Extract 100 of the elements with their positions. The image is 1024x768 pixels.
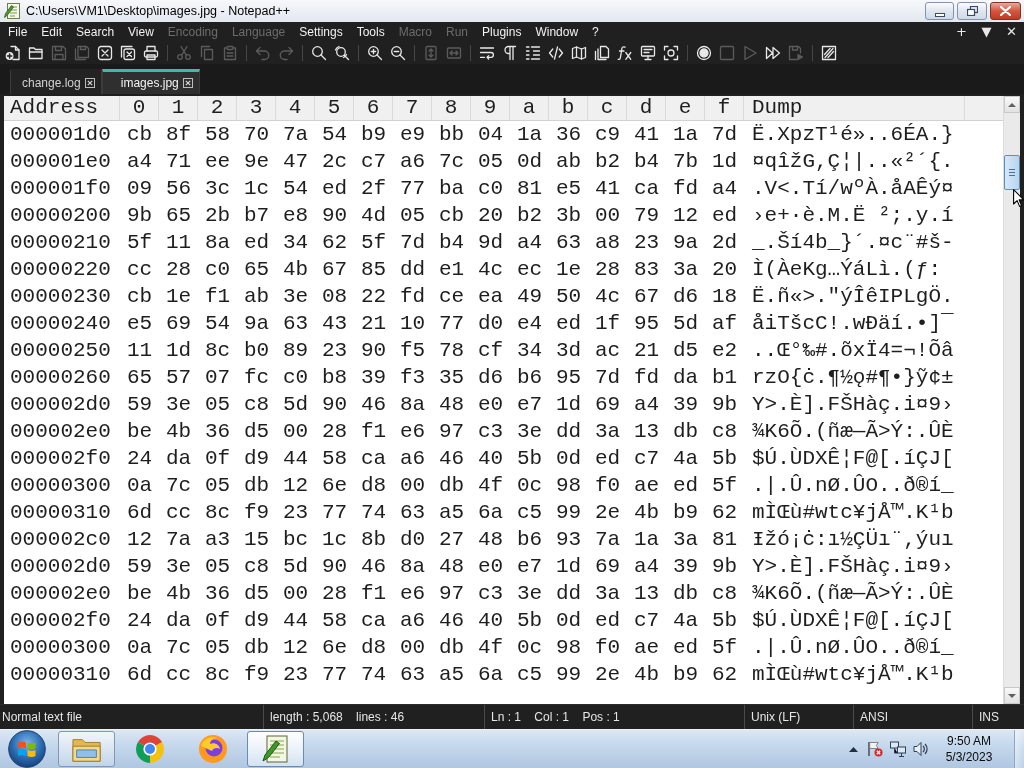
hex-byte: 39 [671,392,700,417]
ascii-dump: ..Œ°‰#.õxÏ4=¬!Õâ [751,338,954,363]
menu-item[interactable]: Settings [292,23,350,41]
speaker-icon[interactable] [912,741,929,757]
hex-byte: 09 [125,176,154,201]
pilcrow-icon[interactable] [501,45,518,61]
code-brackets-icon[interactable] [547,45,564,61]
hex-byte: ed [320,176,349,201]
ascii-dump: $Ú.ÙDXÊ¦F@[.íÇJ[ [751,608,954,633]
hex-byte: 00 [593,203,622,228]
menu-item[interactable]: Window [528,23,586,41]
hex-byte: c0 [281,365,310,390]
hex-byte: d8 [359,635,388,660]
close-icon[interactable] [182,78,193,88]
clock-time[interactable]: 9:50 AM [947,733,991,749]
hex-byte: f1 [359,581,388,606]
address-text: 00000250 [9,338,112,363]
hex-byte: 4d [359,203,388,228]
monitor-icon[interactable] [639,45,656,61]
flag-alert-icon[interactable] [866,741,883,757]
hex-byte: c3 [476,419,505,444]
address-text: 00000240 [9,311,112,336]
folder-icon[interactable] [27,45,44,61]
hex-byte: 3e [515,581,544,606]
close-button[interactable] [990,2,1021,20]
zoom-in-icon[interactable] [366,45,383,61]
fast-forward-icon[interactable] [764,45,781,61]
search-icon[interactable] [310,45,327,61]
triangle-up-icon[interactable] [848,746,858,752]
scrollbar-thumb[interactable] [1004,155,1020,190]
hex-byte: b9 [359,122,388,147]
menu-item[interactable]: File [1,23,35,41]
hex-byte: 99 [554,662,583,687]
hex-byte: ce [437,284,466,309]
menu-item[interactable]: Search [69,23,122,41]
hex-byte: 11 [164,230,193,255]
address-text: 000002d0 [9,554,112,579]
column-header: b [549,96,588,120]
column-header: 9 [471,96,510,120]
restore-button[interactable] [957,2,987,20]
menu-item[interactable]: Edit [34,23,70,41]
hex-byte: be [125,581,154,606]
hex-byte: b9 [671,500,700,525]
hex-byte: 2e [593,662,622,687]
restore-icon [966,6,978,16]
taskbar-button[interactable] [58,731,115,767]
word-wrap-icon[interactable] [478,45,495,61]
hex-byte: 1d [710,149,739,174]
hex-byte: 07 [203,365,232,390]
hatched-square-icon[interactable] [820,45,837,61]
record-icon[interactable] [695,45,712,61]
menu-item[interactable]: Plugins [475,23,529,41]
close-all-icon[interactable] [119,45,136,61]
scroll-down-button[interactable] [1004,687,1020,704]
hex-byte: 0a [125,635,154,660]
menu-item[interactable]: ? [585,23,606,41]
address-text: 000001d0 [9,122,112,147]
hex-byte: c8 [242,554,271,579]
file-tab[interactable]: change.log [10,69,102,94]
hex-byte: a3 [203,527,232,552]
hex-byte: 9b [710,554,739,579]
hex-byte: ec [515,257,544,282]
hex-byte: ba [437,176,466,201]
hex-byte: 54 [281,176,310,201]
hex-byte: dd [554,419,583,444]
taskbar-button[interactable] [247,731,304,767]
ascii-dump: Ë.XpzT¹é»..6ÉA.} [751,122,954,147]
hex-byte: b8 [320,365,349,390]
indent-guide-icon[interactable] [524,45,541,61]
printer-icon[interactable] [142,45,159,61]
close-document-button[interactable]: ✕ [999,22,1024,42]
map-icon[interactable] [570,45,587,61]
search-replace-icon[interactable] [333,45,350,61]
focus-frame-icon[interactable] [662,45,679,61]
function-icon[interactable] [616,45,633,61]
network-icon[interactable] [889,741,906,757]
hex-byte: 21 [359,311,388,336]
hex-byte: 28 [593,257,622,282]
file-tab[interactable]: images.jpg [101,69,200,94]
hex-byte: 0d [554,446,583,471]
hex-byte: 58 [320,446,349,471]
ascii-dump: ›e+·è.M.Ë ²;.y.í [751,203,954,228]
hex-byte: bb [437,122,466,147]
documents-icon[interactable] [593,45,610,61]
hex-byte: 7d [710,122,739,147]
menu-item[interactable]: Tools [349,23,392,41]
tab-list-button[interactable]: ▼ [974,22,999,42]
hex-byte: 0f [203,446,232,471]
hex-byte: e0 [476,392,505,417]
hex-byte: e7 [515,392,544,417]
menu-item[interactable]: View [121,23,161,41]
new-tab-button[interactable]: + [949,22,974,42]
close-icon[interactable] [84,78,95,88]
scroll-up-button[interactable] [1004,96,1020,113]
start-orb-icon[interactable] [8,730,46,768]
minimize-button[interactable] [925,2,954,20]
zoom-out-icon[interactable] [389,45,406,61]
new-file-icon[interactable] [4,45,21,61]
clock-date[interactable]: 5/3/2023 [945,749,993,765]
hex-byte: 4c [476,257,505,282]
